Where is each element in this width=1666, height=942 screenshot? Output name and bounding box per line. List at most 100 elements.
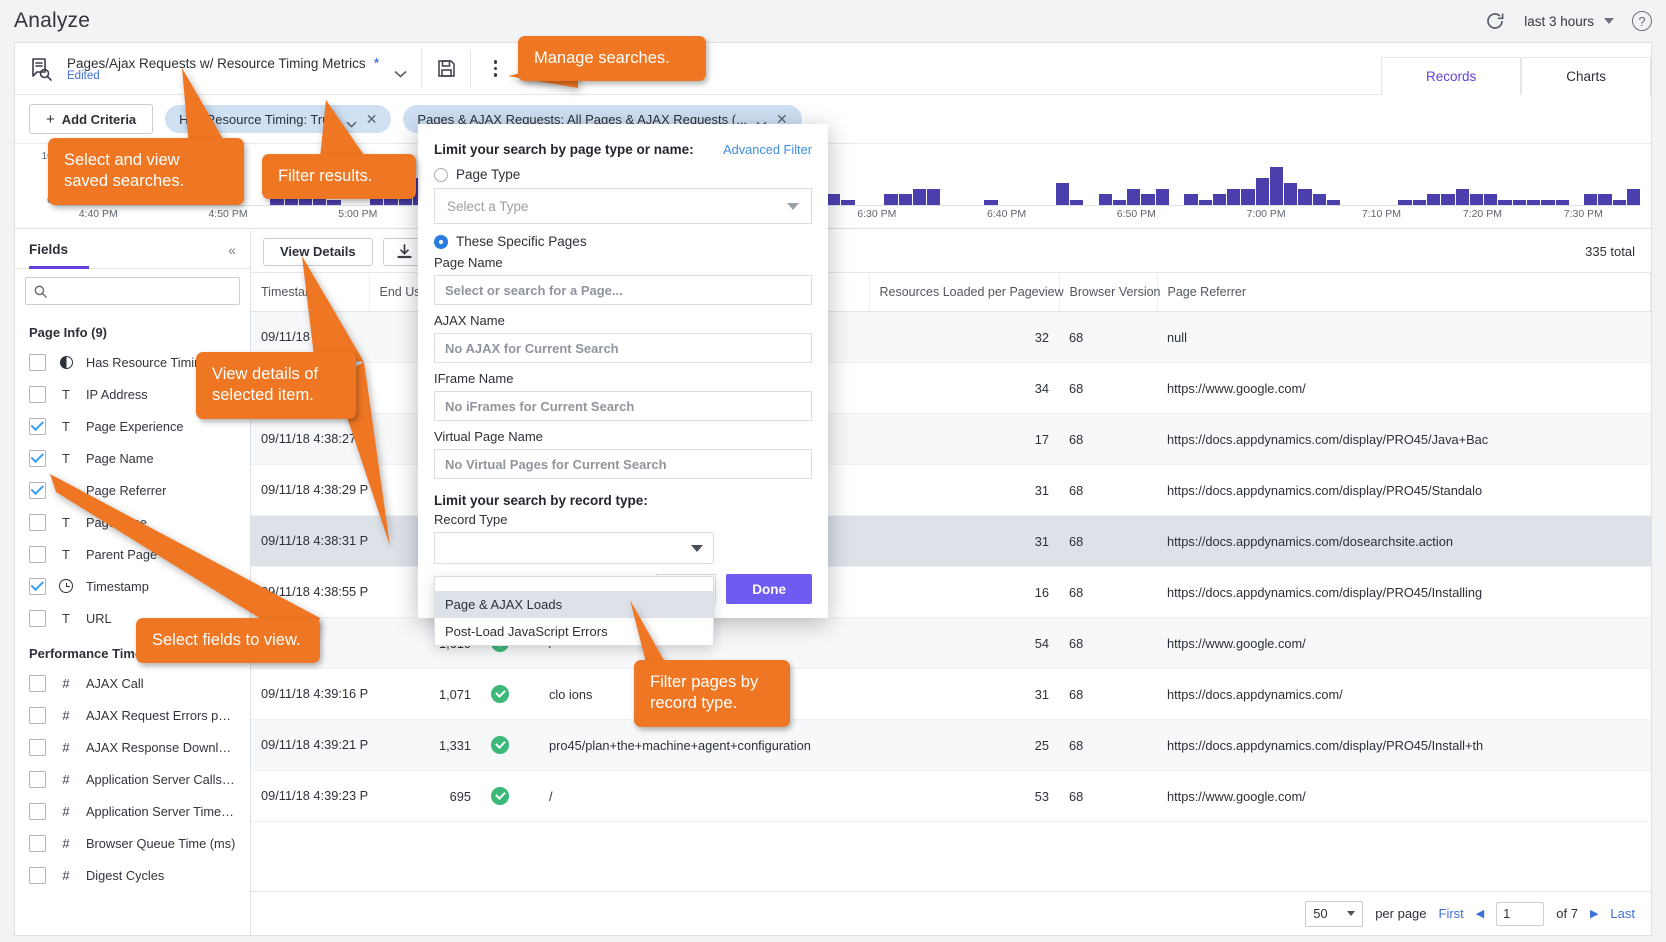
specific-pages-radio-label: These Specific Pages xyxy=(456,234,587,249)
field-checkbox[interactable] xyxy=(29,738,46,756)
field-checkbox[interactable] xyxy=(29,353,46,371)
field-checkbox[interactable] xyxy=(29,770,46,788)
table-column-header[interactable]: Resources Loaded per Pageview xyxy=(869,273,1064,312)
chart-bar xyxy=(1141,194,1155,205)
table-cell-page_referrer: https://docs.appdynamics.com/display/PRO… xyxy=(1157,413,1651,465)
table-cell-resources: 32 xyxy=(869,311,1059,363)
page-name-placeholder: Select or search for a Page... xyxy=(445,282,623,298)
record-type-label: Record Type xyxy=(434,512,508,527)
field-checkbox[interactable] xyxy=(29,866,46,884)
field-label: AJAX Request Errors per M... xyxy=(86,707,236,723)
page-type-radio-label: Page Type xyxy=(456,167,521,182)
first-page-link[interactable]: First xyxy=(1439,906,1464,921)
table-cell-page_referrer: null xyxy=(1157,311,1651,363)
status-ok-icon xyxy=(491,685,509,703)
callout-saved-searches: Select and view saved searches. xyxy=(48,138,244,205)
time-range-picker[interactable]: last 3 hours xyxy=(1524,14,1614,29)
page-number-input[interactable] xyxy=(1496,901,1545,926)
table-cell-resources: 31 xyxy=(869,464,1059,516)
field-row[interactable]: # Digest Cycles xyxy=(15,859,250,891)
chart-bar xyxy=(841,199,855,205)
saved-search-icon xyxy=(28,56,54,82)
table-cell-browser_version: 68 xyxy=(1059,770,1157,822)
ajax-name-placeholder: No AJAX for Current Search xyxy=(445,340,619,356)
field-checkbox[interactable] xyxy=(29,706,46,724)
chart-x-tick: 7:00 PM xyxy=(1246,208,1286,220)
field-checkbox[interactable] xyxy=(29,417,46,435)
iframe-name-input[interactable]: No iFrames for Current Search xyxy=(434,391,812,421)
callout-view-details: View details of selected item. xyxy=(196,352,356,419)
tab-records[interactable]: Records xyxy=(1380,57,1522,95)
virtual-page-input[interactable]: No Virtual Pages for Current Search xyxy=(434,449,812,479)
page-type-select[interactable]: Select a Type xyxy=(434,188,812,224)
table-cell-timestamp: 09/11/18 4:39:23 PM xyxy=(251,770,369,822)
table-row[interactable]: 09/11/18 4:39:21 PM 1,331 pro45/plan+the+m… xyxy=(251,719,1651,771)
fields-search xyxy=(15,269,250,313)
chevron-down-icon[interactable] xyxy=(756,116,767,128)
field-row[interactable]: # AJAX Request Errors per M... xyxy=(15,699,250,731)
field-label: Browser Queue Time (ms) xyxy=(86,835,236,851)
chart-bar xyxy=(1155,188,1169,205)
prev-arrow-icon[interactable]: ◀ xyxy=(1476,907,1484,920)
per-page-label: per page xyxy=(1375,906,1427,921)
iframe-name-placeholder: No iFrames for Current Search xyxy=(445,398,635,414)
advanced-filter-link[interactable]: Advanced Filter xyxy=(723,142,812,157)
page-type-select-placeholder: Select a Type xyxy=(447,198,529,214)
last-page-link[interactable]: Last xyxy=(1610,906,1635,921)
fields-title: Fields xyxy=(29,242,69,257)
page-type-radio-row[interactable]: Page Type xyxy=(434,167,812,182)
page-name-input[interactable]: Select or search for a Page... xyxy=(434,275,812,305)
table-cell-status xyxy=(481,719,539,771)
field-checkbox[interactable] xyxy=(29,674,46,692)
field-checkbox[interactable] xyxy=(29,834,46,852)
chart-x-tick: 6:50 PM xyxy=(1116,208,1156,220)
tab-charts[interactable]: Charts xyxy=(1521,57,1651,95)
field-row[interactable]: # Application Server Time (... xyxy=(15,795,250,827)
specific-pages-radio[interactable] xyxy=(434,234,448,249)
timeline-chart: 10 0 4:40 PM4:50 PM5:00 PM5:20 PM6:20 PM… xyxy=(15,143,1651,229)
table-column-header[interactable]: Browser Version xyxy=(1059,273,1161,312)
field-checkbox[interactable] xyxy=(29,802,46,820)
chart-x-tick: 5:00 PM xyxy=(338,208,378,220)
fields-group-title: Page Info (9) xyxy=(29,325,108,340)
chart-bar xyxy=(1055,183,1069,205)
table-cell-resources: 25 xyxy=(869,719,1059,771)
field-label: IP Address xyxy=(86,386,148,402)
table-row[interactable]: 09/11/18 4:39:16 PM 1,071 clo ions 31 68 http… xyxy=(251,668,1651,720)
more-options-icon xyxy=(493,60,498,77)
page-size-select[interactable]: 50 xyxy=(1305,900,1364,927)
chart-bar xyxy=(1598,194,1612,205)
chart-bar xyxy=(1498,199,1512,205)
save-search-button[interactable] xyxy=(422,59,470,78)
table-cell-resources: 34 xyxy=(869,362,1059,414)
page-type-radio[interactable] xyxy=(434,167,448,182)
specific-pages-radio-row[interactable]: These Specific Pages xyxy=(434,234,812,249)
saved-search-dropdown-button[interactable] xyxy=(379,65,421,78)
field-row[interactable]: # Application Server Calls pe... xyxy=(15,763,250,795)
field-row[interactable]: # AJAX Response Download ... xyxy=(15,731,250,763)
field-row[interactable]: # AJAX Call xyxy=(15,667,250,699)
next-arrow-icon[interactable]: ▶ xyxy=(1590,907,1598,920)
collapse-icon[interactable]: « xyxy=(228,242,236,258)
table-row[interactable]: 09/11/18 4:39:23 PM 695 /53 68 https://www.g… xyxy=(251,770,1651,822)
plus-icon: + xyxy=(46,110,55,128)
number-type-icon: # xyxy=(62,707,70,723)
add-criteria-button[interactable]: + Add Criteria xyxy=(29,104,154,134)
table-cell-end_user_response: 1,331 xyxy=(369,719,481,771)
field-checkbox[interactable] xyxy=(29,385,46,403)
ajax-name-input[interactable]: No AJAX for Current Search xyxy=(434,333,812,363)
refresh-icon[interactable] xyxy=(1484,10,1506,32)
chart-bar xyxy=(1198,199,1212,205)
field-checkbox[interactable] xyxy=(29,449,46,467)
table-column-header[interactable]: Page Referrer xyxy=(1157,273,1651,312)
saved-search-bar: Pages/Ajax Requests w/ Resource Timing M… xyxy=(15,43,1651,95)
chart-bar xyxy=(827,194,841,205)
help-icon[interactable]: ? xyxy=(1632,11,1652,31)
dropdown-empty-option[interactable] xyxy=(435,577,713,591)
table-cell-end_user_response: 695 xyxy=(369,770,481,822)
search-input[interactable] xyxy=(25,277,240,305)
number-type-icon: # xyxy=(62,771,70,787)
chart-bar xyxy=(1455,188,1469,205)
record-type-select[interactable] xyxy=(434,532,714,564)
field-row[interactable]: # Browser Queue Time (ms) xyxy=(15,827,250,859)
